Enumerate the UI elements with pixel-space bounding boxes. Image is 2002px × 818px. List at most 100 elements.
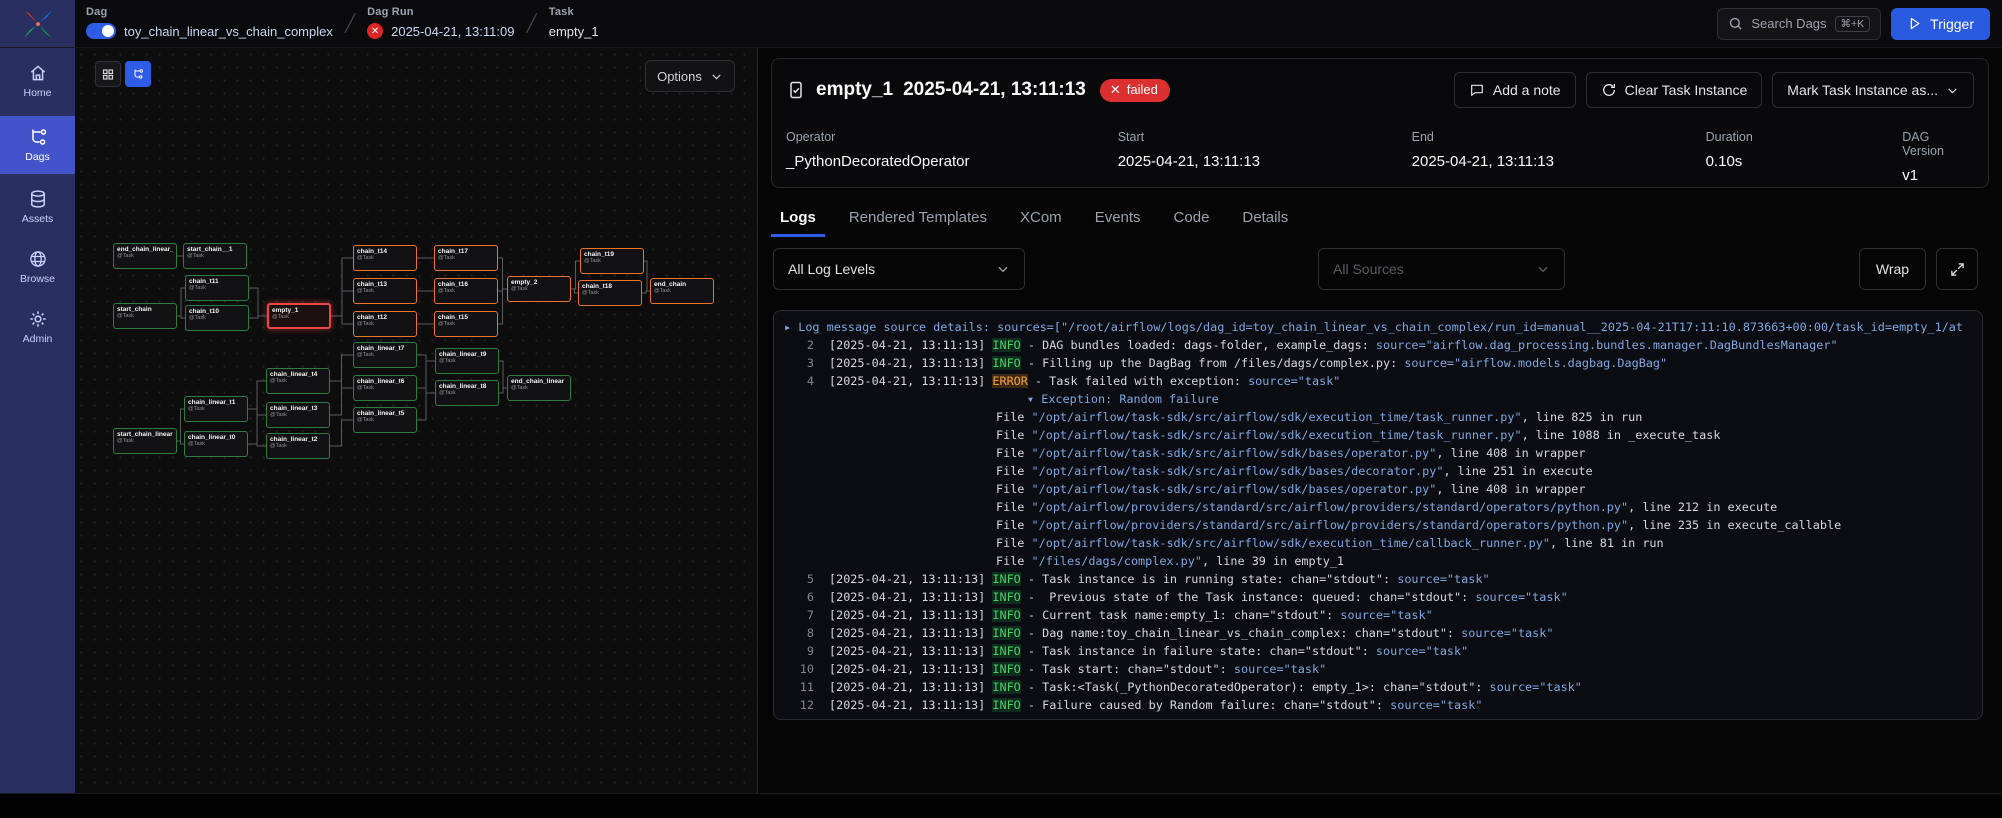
log-line: 6[2025-04-21, 13:11:13] INFO - Previous … — [782, 588, 1982, 606]
breadcrumb-task: Task empty_1 — [549, 0, 599, 42]
dag-node-end_chain_linear[interactable]: end_chain_linear@Task✓ success — [507, 375, 571, 401]
log-line: File "/opt/airflow/task-sdk/src/airflow/… — [782, 444, 1982, 462]
breadcrumb-separator: ╱ — [333, 0, 367, 34]
tab-details[interactable]: Details — [1233, 201, 1297, 237]
dag-node-chain_linear_t7[interactable]: chain_linear_t7@Task✓ success — [353, 342, 417, 368]
dag-node-chain_t19[interactable]: chain_t19@Task⊘ upstream_failed — [580, 248, 644, 274]
log-line-number: 3 — [782, 354, 814, 372]
assets-icon — [28, 189, 48, 209]
dag-node-start_chain[interactable]: start_chain@Task✓ success — [113, 303, 177, 329]
dag-node-chain_t18[interactable]: chain_t18@Task⊘ upstream_failed — [578, 280, 642, 306]
tab-events[interactable]: Events — [1086, 201, 1150, 237]
log-line: 5[2025-04-21, 13:11:13] INFO - Task inst… — [782, 570, 1982, 588]
dag-graph-icon — [132, 67, 144, 81]
dag-node-empty_2[interactable]: empty_2@Task⊘ upstream_failed — [507, 276, 571, 302]
dag-node-chain_linear_t6[interactable]: chain_linear_t6@Task✓ success — [353, 375, 417, 401]
log-line: 2[2025-04-21, 13:11:13] INFO - DAG bundl… — [782, 336, 1982, 354]
dag-node-chain_t11[interactable]: chain_t11@Task✓ success — [185, 275, 249, 301]
dag-run-link[interactable]: 2025-04-21, 13:11:09 — [391, 24, 514, 39]
log-output[interactable]: ▸ Log message source details: sources=["… — [773, 310, 1983, 720]
log-line-number: 2 — [782, 336, 814, 354]
log-levels-select[interactable]: All Log Levels — [773, 248, 1025, 290]
log-line-number: 8 — [782, 624, 814, 642]
dag-node-chain_t13[interactable]: chain_t13@Task⊘ upstream_failed — [353, 278, 417, 304]
action-clear-task-instance[interactable]: Clear Task Instance — [1586, 72, 1763, 108]
dag-node-chain_linear_t3[interactable]: chain_linear_t3@Task✓ success — [266, 402, 330, 428]
dag-node-end_chain_linear__1[interactable]: end_chain_linear__1@Task✓ success — [113, 243, 177, 269]
dag-node-chain_t15[interactable]: chain_t15@Task⊘ upstream_failed — [434, 311, 498, 337]
sidebar-item-assets[interactable]: Assets — [0, 180, 75, 234]
graph-view-button[interactable] — [125, 61, 151, 87]
log-line: File "/opt/airflow/providers/standard/sr… — [782, 498, 1982, 516]
log-line: File "/opt/airflow/task-sdk/src/airflow/… — [782, 480, 1982, 498]
meta-start: Start2025-04-21, 13:11:13 — [1118, 130, 1412, 184]
dag-node-chain_t17[interactable]: chain_t17@Task⊘ upstream_failed — [434, 245, 498, 271]
dag-node-chain_linear_t5[interactable]: chain_linear_t5@Task✓ success — [353, 407, 417, 433]
log-line-number: 10 — [782, 660, 814, 678]
status-badge: ✕ failed — [1100, 79, 1170, 102]
action-mark-task-instance-as[interactable]: Mark Task Instance as... — [1772, 72, 1974, 108]
meta-operator: Operator_PythonDecoratedOperator — [786, 130, 1118, 184]
log-collapse-toggle[interactable]: ▸ — [784, 320, 798, 334]
fullscreen-button[interactable] — [1936, 248, 1978, 290]
search-icon — [1728, 16, 1743, 31]
detail-tabs: Logs Rendered Templates XCom Events Code Deta… — [771, 201, 1312, 237]
dag-node-chain_linear_t1[interactable]: chain_linear_t1@Task✓ success — [184, 396, 248, 422]
airflow-pinwheel-icon — [21, 7, 55, 41]
tab-logs[interactable]: Logs — [771, 201, 825, 237]
sidebar-item-label: Browse — [20, 273, 55, 285]
dag-node-empty_1[interactable]: empty_1@Task✕ failed — [267, 303, 331, 329]
sidebar-item-admin[interactable]: Admin — [0, 300, 75, 354]
tab-rendered-templates[interactable]: Rendered Templates — [840, 201, 996, 237]
caret-down-icon — [1946, 84, 1959, 97]
sidebar-item-home[interactable]: Home — [0, 54, 75, 108]
grid-icon — [102, 68, 114, 81]
dag-node-chain_linear_t4[interactable]: chain_linear_t4@Task✓ success — [266, 368, 330, 394]
wrap-button[interactable]: Wrap — [1859, 248, 1926, 290]
meta-end: End2025-04-21, 13:11:13 — [1412, 130, 1706, 184]
action-add-a-note[interactable]: Add a note — [1454, 72, 1576, 108]
dag-graph-panel[interactable]: end_chain_linear__1@Task✓ successstart_c… — [75, 48, 757, 793]
dag-node-chain_t16[interactable]: chain_t16@Task⊘ upstream_failed — [434, 278, 498, 304]
dag-node-chain_t12[interactable]: chain_t12@Task⊘ upstream_failed — [353, 311, 417, 337]
dag-node-chain_t14[interactable]: chain_t14@Task⊘ upstream_failed — [353, 245, 417, 271]
dag-node-end_chain[interactable]: end_chain@Task⊘ upstream_failed — [650, 278, 714, 304]
trigger-button[interactable]: Trigger — [1891, 8, 1990, 40]
log-line: 11[2025-04-21, 13:11:13] INFO - Task:<Ta… — [782, 678, 1982, 696]
task-actions: Add a note Clear Task InstanceMark Task I… — [1454, 72, 1974, 108]
expand-icon — [1950, 262, 1965, 277]
log-line: File "/opt/airflow/task-sdk/src/airflow/… — [782, 534, 1982, 552]
log-line: 7[2025-04-21, 13:11:13] INFO - Current t… — [782, 606, 1982, 624]
log-line: ▾ Exception: Random failure — [782, 390, 1982, 408]
log-line: File "/opt/airflow/task-sdk/src/airflow/… — [782, 426, 1982, 444]
dag-node-chain_linear_t0[interactable]: chain_linear_t0@Task✓ success — [184, 431, 248, 457]
grid-view-button[interactable] — [95, 61, 121, 87]
search-dags-label: Search Dags — [1751, 16, 1826, 31]
dag-node-chain_linear_t9[interactable]: chain_linear_t9@Task✓ success — [435, 348, 499, 374]
dag-node-start_chain__1[interactable]: start_chain__1@Task✓ success — [183, 243, 247, 269]
graph-options-button[interactable]: Options — [645, 60, 735, 92]
search-dags-button[interactable]: Search Dags ⌘+K — [1717, 8, 1881, 40]
log-collapse-toggle[interactable]: ▾ — [1027, 392, 1041, 406]
tab-code[interactable]: Code — [1165, 201, 1219, 237]
play-icon — [1907, 16, 1922, 31]
dags-icon — [28, 127, 48, 147]
sidebar-item-browse[interactable]: Browse — [0, 240, 75, 294]
dag-node-start_chain_linear[interactable]: start_chain_linear@Task✓ success — [113, 428, 177, 454]
trigger-label: Trigger — [1930, 16, 1974, 32]
dag-pause-toggle[interactable] — [86, 23, 116, 39]
breadcrumb-dag: Dag toy_chain_linear_vs_chain_complex — [86, 0, 333, 42]
log-line-number: 11 — [782, 678, 814, 696]
airflow-logo[interactable] — [0, 0, 75, 47]
log-line: 9[2025-04-21, 13:11:13] INFO - Task inst… — [782, 642, 1982, 660]
dag-node-chain_t10[interactable]: chain_t10@Task✓ success — [185, 305, 249, 331]
dag-name-link[interactable]: toy_chain_linear_vs_chain_complex — [124, 24, 333, 39]
chevron-down-icon — [710, 70, 723, 83]
dag-node-chain_linear_t8[interactable]: chain_linear_t8@Task✓ success — [435, 380, 499, 406]
sidebar-item-dags[interactable]: Dags — [0, 116, 75, 174]
log-line: File "/files/dags/complex.py", line 39 i… — [782, 552, 1982, 570]
tab-xcom[interactable]: XCom — [1011, 201, 1071, 237]
dag-node-chain_linear_t2[interactable]: chain_linear_t2@Task✓ success — [266, 433, 330, 459]
task-instance-header-card: empty_1 2025-04-21, 13:11:13 ✕ failed Ad… — [771, 58, 1989, 188]
log-sources-select[interactable]: All Sources — [1318, 248, 1565, 290]
